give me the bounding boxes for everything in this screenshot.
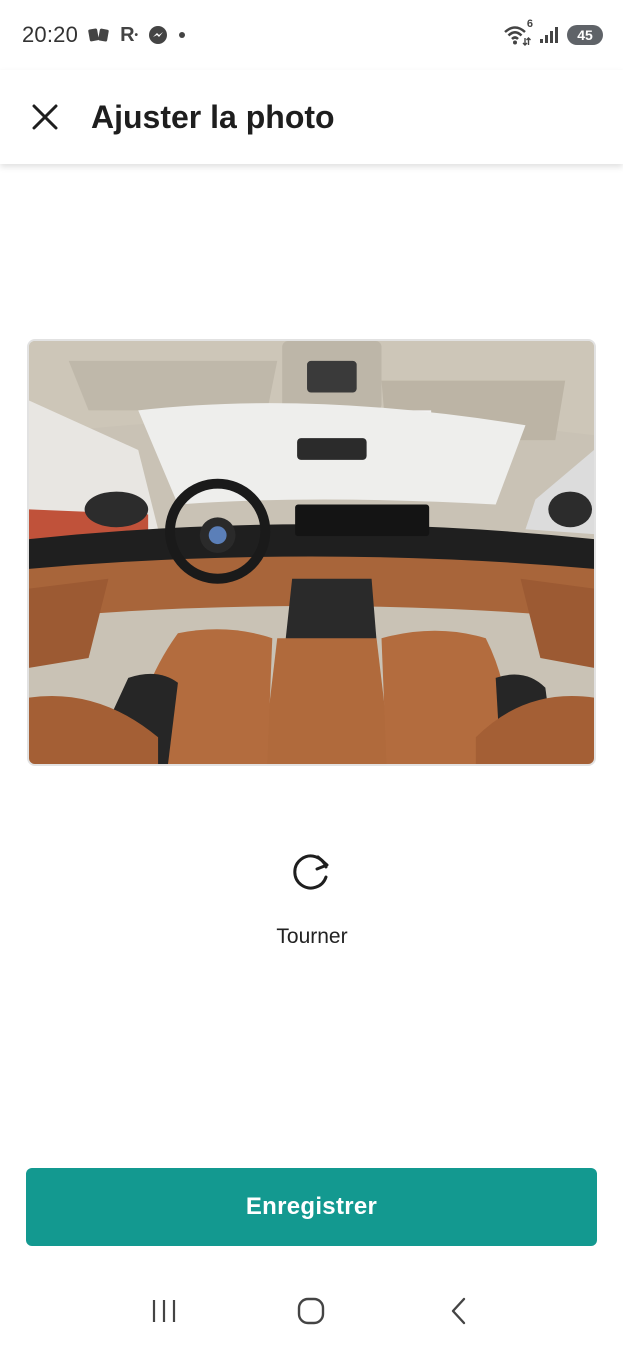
signal-icon bbox=[539, 26, 559, 44]
r-app-label: R bbox=[120, 23, 135, 46]
home-button[interactable] bbox=[281, 1281, 341, 1341]
cards-icon bbox=[88, 26, 110, 44]
recents-icon bbox=[152, 1300, 175, 1322]
status-left: 20:20 R • bbox=[22, 22, 186, 48]
r-app-icon: R • bbox=[120, 23, 139, 46]
app-bar: Ajuster la photo bbox=[0, 70, 623, 164]
back-button[interactable] bbox=[429, 1281, 489, 1341]
battery-badge: 45 bbox=[567, 25, 603, 45]
status-bar: 20:20 R • 6 45 bbox=[0, 0, 623, 70]
status-right: 6 45 bbox=[503, 18, 603, 46]
dot-icon bbox=[178, 31, 186, 39]
messenger-icon bbox=[148, 25, 168, 45]
photo-preview[interactable] bbox=[27, 339, 596, 766]
wifi-badge: 6 bbox=[526, 18, 533, 30]
system-nav-bar bbox=[0, 1272, 623, 1350]
wifi-icon: 6 bbox=[503, 18, 533, 46]
rotate-clockwise-icon bbox=[293, 854, 329, 890]
recents-button[interactable] bbox=[134, 1281, 194, 1341]
home-icon bbox=[298, 1297, 325, 1325]
close-button[interactable] bbox=[15, 87, 75, 147]
car-interior-photo bbox=[29, 341, 594, 764]
save-label: Enregistrer bbox=[245, 1193, 378, 1220]
page-title: Ajuster la photo bbox=[91, 98, 335, 135]
status-time: 20:20 bbox=[22, 22, 79, 47]
rotate-label: Tourner bbox=[276, 925, 348, 948]
back-icon bbox=[451, 1297, 466, 1325]
close-icon bbox=[32, 104, 58, 130]
save-button[interactable]: Enregistrer bbox=[26, 1168, 597, 1246]
rotate-button[interactable]: Tourner bbox=[232, 835, 392, 965]
